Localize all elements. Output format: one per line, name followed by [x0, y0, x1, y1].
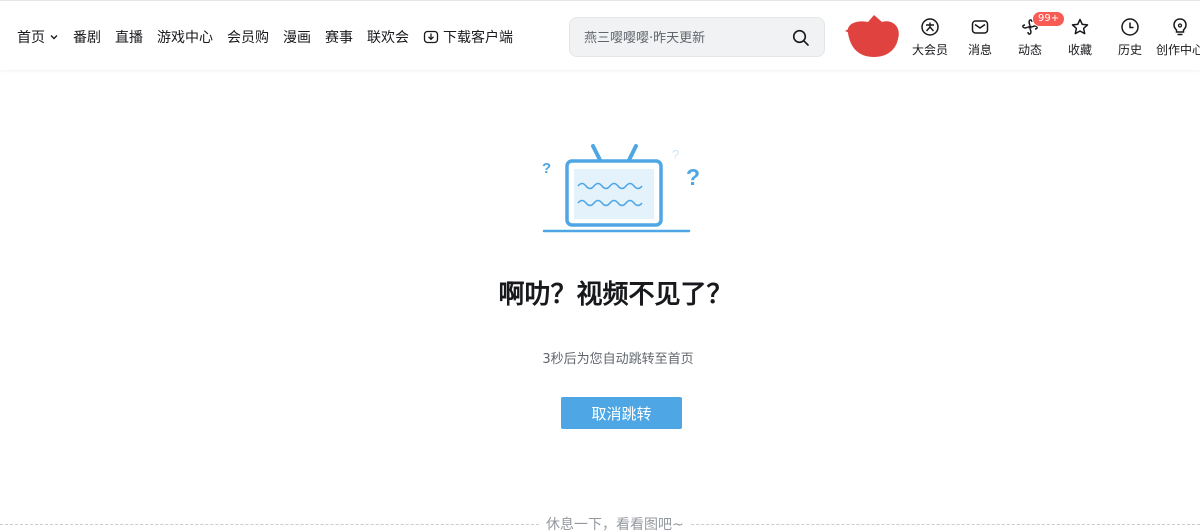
entry-vip-label: 大会员	[911, 43, 948, 57]
search-bar	[569, 17, 825, 57]
download-label: 下载客户端	[443, 30, 513, 46]
nav-home-label: 首页	[17, 30, 45, 46]
footer-text: 休息一下，看看图吧~	[540, 514, 690, 532]
entry-vip[interactable]: 大会员	[905, 17, 955, 58]
entry-creator-label: 创作中心	[1155, 43, 1200, 57]
nav-anime[interactable]: 番剧	[73, 27, 101, 47]
broken-tv-illustration: ? ? ?	[542, 144, 700, 233]
entry-history-label: 历史	[1117, 43, 1142, 57]
nav-match[interactable]: 赛事	[325, 27, 353, 47]
avatar[interactable]	[842, 11, 906, 59]
page-title: 啊叻？视频不见了？	[498, 280, 733, 310]
entry-creator-center[interactable]: 创作中心	[1155, 17, 1200, 58]
search-input[interactable]	[584, 27, 774, 49]
message-icon	[971, 20, 989, 34]
search-icon	[792, 29, 809, 46]
entry-dynamic[interactable]: 99+ 动态	[1005, 11, 1066, 58]
entry-dynamic-label: 动态	[1017, 43, 1042, 57]
main-nav: 首页 番剧 直播 游戏中心 会员购 漫画 赛事 联欢会 下载客户端	[17, 26, 527, 48]
search-button[interactable]	[790, 27, 812, 49]
right-entries: 大会员 消息 99+ 动态 收藏 历史 创作中心	[905, 11, 1200, 58]
entry-favorites-label: 收藏	[1067, 43, 1092, 57]
chevron-down-icon	[50, 35, 58, 40]
star-icon	[1071, 18, 1089, 35]
entry-message[interactable]: 消息	[955, 17, 1005, 58]
nav-download-client[interactable]: 下载客户端	[423, 27, 513, 47]
nav-game-center[interactable]: 游戏中心	[157, 27, 213, 47]
nav-live[interactable]: 直播	[115, 27, 143, 47]
question-mark-top-icon: ?	[672, 147, 679, 162]
cancel-redirect-button[interactable]: 取消跳转	[561, 397, 682, 429]
entry-favorites[interactable]: 收藏	[1055, 17, 1105, 58]
bulb-icon	[1173, 18, 1187, 36]
vip-icon	[921, 18, 939, 36]
question-mark-right-icon: ?	[686, 164, 700, 190]
question-mark-left-icon: ?	[542, 160, 551, 177]
entry-message-label: 消息	[967, 43, 992, 57]
nav-manga[interactable]: 漫画	[283, 27, 311, 47]
nav-gala[interactable]: 联欢会	[367, 27, 409, 47]
clock-icon	[1121, 18, 1139, 36]
nav-mall[interactable]: 会员购	[227, 27, 269, 47]
download-icon	[423, 30, 439, 44]
nav-home[interactable]: 首页	[17, 27, 59, 47]
redirect-countdown-text: 3秒后为您自动跳转至首页	[542, 352, 694, 367]
avatar-redacted-icon	[845, 15, 899, 57]
entry-history[interactable]: 历史	[1105, 17, 1155, 58]
top-header: 首页 番剧 直播 游戏中心 会员购 漫画 赛事 联欢会 下载客户端 燕三嘤嘤嘤·…	[0, 0, 1200, 70]
